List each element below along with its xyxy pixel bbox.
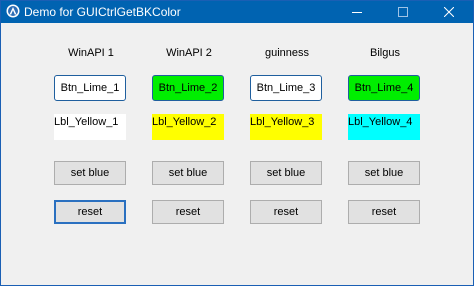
set-blue-button-2[interactable]: set blue <box>152 161 224 185</box>
set-blue-button-1[interactable]: set blue <box>54 161 126 185</box>
reset-button-2[interactable]: reset <box>152 200 224 224</box>
btn-lime-4[interactable]: Btn_Lime_4 <box>348 75 420 101</box>
reset-button-1[interactable]: reset <box>54 200 126 224</box>
column-header-winapi-2: WinAPI 2 <box>166 47 212 59</box>
set-blue-button-4[interactable]: set blue <box>348 161 420 185</box>
lbl-yellow-2: Lbl_Yellow_2 <box>152 114 224 140</box>
lbl-yellow-1: Lbl_Yellow_1 <box>54 114 126 140</box>
maximize-icon <box>398 7 408 17</box>
autoit-icon <box>6 4 20 18</box>
app-window: Demo for GUICtrlGetBKColor WinAPI 1 WinA… <box>0 0 474 286</box>
reset-button-4[interactable]: reset <box>348 200 420 224</box>
column-header-bilgus: Bilgus <box>370 47 400 59</box>
column-header-winapi-1: WinAPI 1 <box>68 47 114 59</box>
btn-lime-3[interactable]: Btn_Lime_3 <box>250 75 322 101</box>
btn-lime-1[interactable]: Btn_Lime_1 <box>54 75 126 101</box>
reset-button-3[interactable]: reset <box>250 200 322 224</box>
window-title: Demo for GUICtrlGetBKColor <box>24 5 181 19</box>
maximize-button[interactable] <box>380 1 426 23</box>
lbl-yellow-4: Lbl_Yellow_4 <box>348 114 420 140</box>
close-button[interactable] <box>426 1 472 23</box>
set-blue-button-3[interactable]: set blue <box>250 161 322 185</box>
lbl-yellow-3: Lbl_Yellow_3 <box>250 114 322 140</box>
btn-lime-2[interactable]: Btn_Lime_2 <box>152 75 224 101</box>
minimize-icon <box>352 7 362 17</box>
minimize-button[interactable] <box>334 1 380 23</box>
title-bar[interactable]: Demo for GUICtrlGetBKColor <box>1 1 473 23</box>
close-icon <box>444 7 454 17</box>
column-header-guinness: guinness <box>264 47 310 59</box>
